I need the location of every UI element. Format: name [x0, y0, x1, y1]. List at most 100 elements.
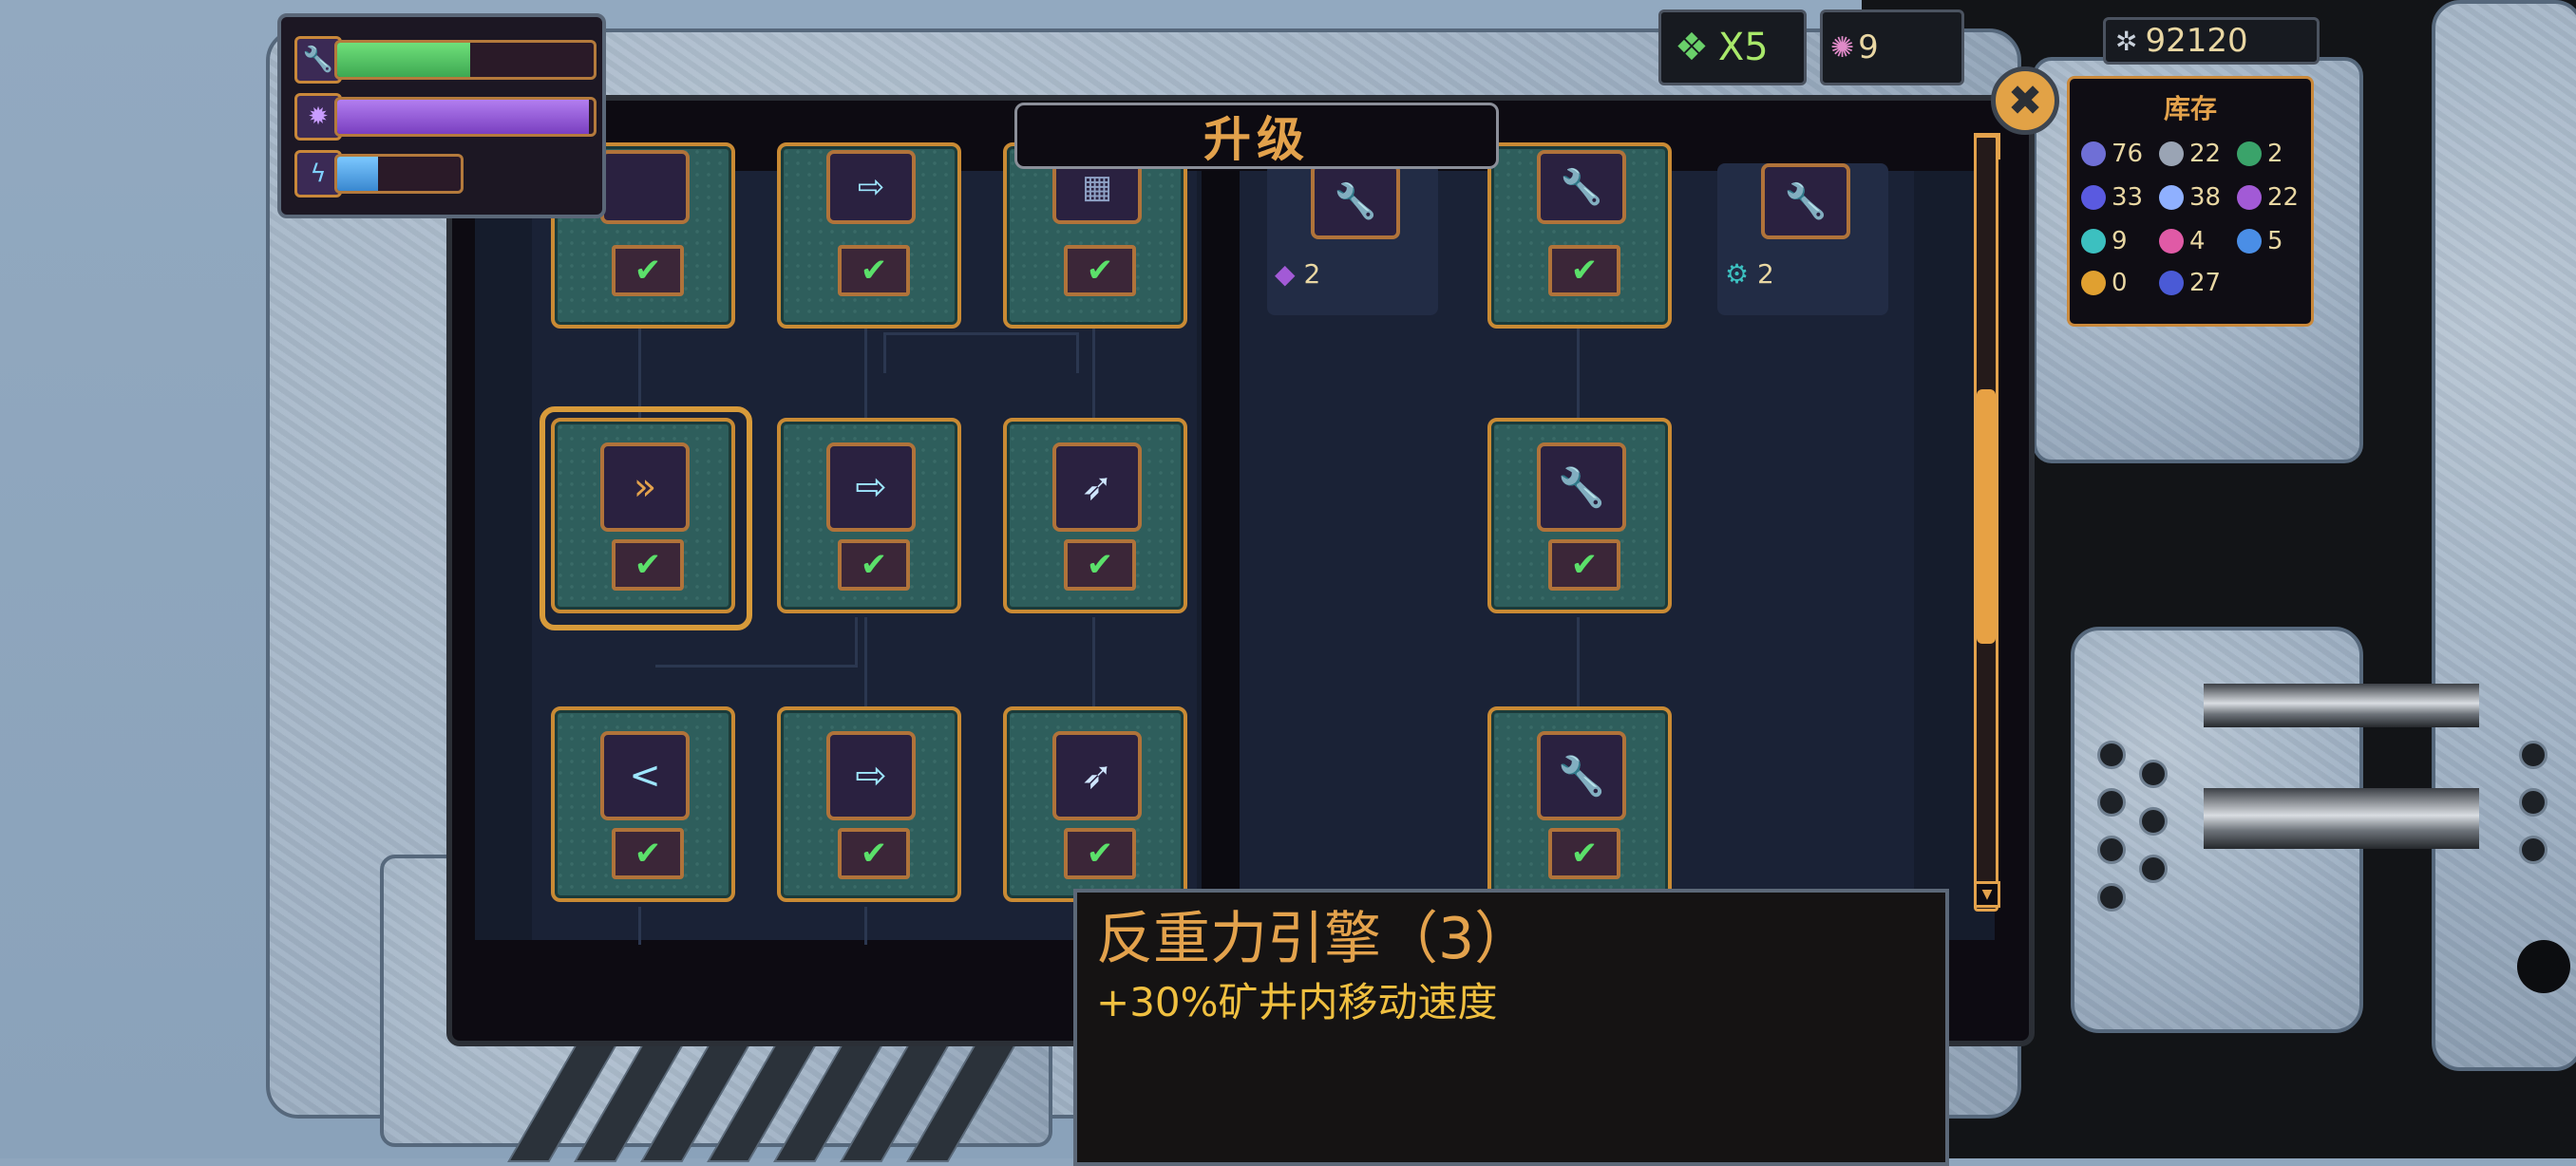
tree-connector	[1577, 323, 1580, 418]
inventory-count: 33	[2112, 183, 2144, 212]
locked-upgrade-card[interactable]: 🔧 ⚙ 2	[1717, 163, 1888, 315]
iron-ore-icon	[2081, 141, 2106, 166]
rivet-hole	[2139, 760, 2168, 788]
owned-check: ✔	[612, 245, 684, 296]
anti-gravity-engine-icon: »	[600, 442, 690, 532]
wrench-gear-icon: 🔧	[1761, 163, 1850, 239]
rivet-hole	[2097, 788, 2126, 817]
money-amount: 92120	[2145, 22, 2248, 60]
pipe	[2204, 788, 2479, 849]
owned-check: ✔	[838, 828, 910, 879]
upgrade-node[interactable]: 🔧 ✔	[1487, 418, 1672, 613]
upgrade-node[interactable]: < ✔	[551, 706, 735, 902]
owned-check: ✔	[1548, 828, 1620, 879]
pink-gem-icon: ✺	[1830, 30, 1855, 65]
upgrade-node[interactable]: ⇨ ✔	[777, 142, 961, 329]
inventory-count: 0	[2112, 269, 2128, 297]
rivet-hole	[2097, 836, 2126, 864]
rivet-hole	[2139, 807, 2168, 836]
wrench-crystal-icon: 🔧	[1311, 163, 1400, 239]
purple-crystal-icon	[2237, 185, 2262, 210]
gold-nugget-icon	[2081, 271, 2106, 295]
porthole	[2517, 940, 2570, 993]
pipe	[2204, 684, 2479, 727]
inventory-count: 2	[2267, 140, 2283, 168]
tooltip-description: +30%矿井内移动速度	[1096, 979, 1498, 1025]
dark-shard-icon	[2159, 271, 2184, 295]
cog-icon: ✲	[2115, 25, 2138, 57]
check-icon: ✔	[860, 546, 888, 584]
inventory-count: 22	[2189, 140, 2222, 168]
owned-check: ✔	[1548, 245, 1620, 296]
energy-bar-fill	[337, 157, 378, 191]
key-count: X5	[1717, 26, 1769, 69]
drill-bar-fill	[337, 100, 589, 134]
tree-connector	[638, 323, 641, 418]
rivet-hole	[2519, 741, 2548, 769]
locked-upgrade-card[interactable]: 🔧 ◆ 2	[1267, 163, 1438, 315]
inventory-title: 库存	[2163, 93, 2217, 124]
inventory-count: 38	[2189, 183, 2222, 212]
status-bars: 🔧 ✹ ϟ	[277, 13, 606, 218]
inventory-count: 27	[2189, 269, 2222, 297]
wrench-sparkle-icon: 🔧	[1537, 442, 1626, 532]
inventory-item: 33	[2081, 183, 2143, 212]
check-icon: ✔	[1570, 835, 1599, 873]
upgrade-node-selected[interactable]: » ✔	[551, 418, 735, 613]
owned-check: ✔	[1064, 828, 1136, 879]
close-icon: ✖	[2007, 76, 2043, 125]
rivet-hole	[2097, 883, 2126, 912]
inventory-item: 0	[2081, 269, 2128, 297]
tooltip-title: 反重力引擎（3）	[1096, 906, 1532, 972]
check-icon: ✔	[860, 252, 888, 290]
inventory-item: 2	[2237, 140, 2283, 168]
rivet-hole	[2097, 741, 2126, 769]
drill-bit-icon: ➶	[1052, 442, 1142, 532]
tree-connector	[864, 617, 867, 708]
hull-bar-fill	[337, 43, 471, 77]
inventory-item: 9	[2081, 227, 2128, 255]
inventory-count: 9	[2112, 227, 2128, 255]
rivet-hole	[2139, 855, 2168, 883]
upgrade-node[interactable]: ⇨ ✔	[777, 418, 961, 613]
upgrade-node[interactable]: ⇨ ✔	[777, 706, 961, 902]
tree-connector	[1577, 617, 1580, 708]
pink-coil-icon	[2159, 229, 2184, 254]
teal-gear-icon: ⚙	[1725, 258, 1750, 290]
upgrade-node[interactable]: ➶ ✔	[1003, 706, 1187, 902]
drill-bar	[334, 97, 597, 137]
cost-amount: 2	[1303, 258, 1321, 290]
energy-bar	[334, 154, 464, 194]
inventory-item: 22	[2237, 183, 2299, 212]
tree-connector	[864, 907, 867, 945]
upgrade-tooltip: 反重力引擎（3） +30%矿井内移动速度	[1073, 889, 1949, 1166]
cost-amount: 2	[1757, 258, 1774, 290]
check-icon: ✔	[860, 835, 888, 873]
check-icon: ✔	[634, 252, 662, 290]
inventory-panel: 库存 76 22 2 33 38 22 9 4 5 0 27	[2067, 76, 2314, 327]
upgrade-node[interactable]: 🔧 ✔	[1487, 142, 1672, 329]
teal-gear-icon	[2081, 229, 2106, 254]
spread-beam-icon: <	[600, 731, 690, 820]
owned-check: ✔	[1064, 245, 1136, 296]
close-button[interactable]: ✖	[1991, 66, 2059, 135]
spark-icon	[2159, 185, 2184, 210]
green-crystal-icon	[2237, 141, 2262, 166]
scroll-down-arrow[interactable]: ▼	[1974, 881, 2000, 908]
tree-connector	[883, 332, 1079, 373]
inventory-item: 38	[2159, 183, 2221, 212]
owned-check: ✔	[1064, 539, 1136, 591]
check-icon: ✔	[634, 835, 662, 873]
cost-label: ◆ 2	[1275, 258, 1320, 290]
inventory-item: 22	[2159, 140, 2221, 168]
upgrade-node[interactable]: ➶ ✔	[1003, 418, 1187, 613]
tree-connector	[1092, 323, 1095, 418]
upgrade-node[interactable]: ▦ ✔	[1003, 142, 1187, 329]
drill-beam-icon: ⇨	[826, 150, 916, 224]
upgrade-node[interactable]: 🔧 ✔	[1487, 706, 1672, 902]
key-card-icon: ❖	[1675, 26, 1709, 69]
scrollbar-thumb[interactable]	[1977, 389, 1996, 644]
tree-connector	[1092, 617, 1095, 708]
drill-bit-icon: ➶	[1052, 731, 1142, 820]
owned-check: ✔	[612, 539, 684, 591]
